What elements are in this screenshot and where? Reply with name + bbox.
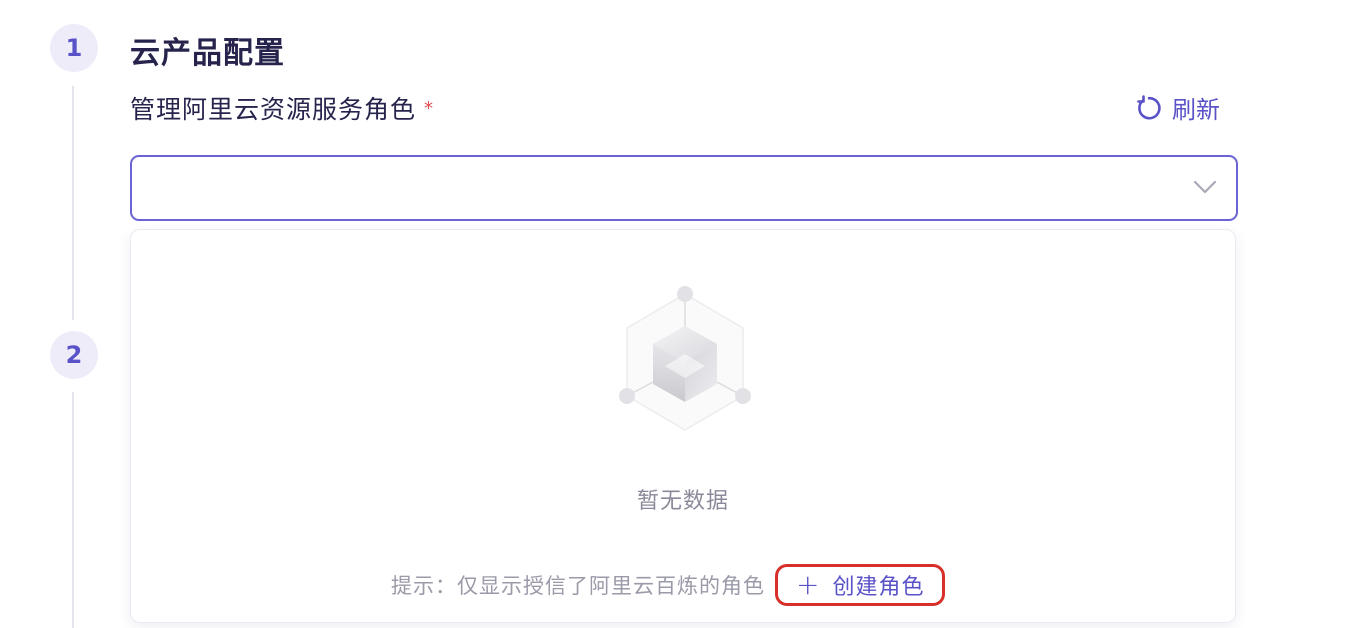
- step-number-1: 1: [50, 24, 98, 72]
- refresh-button[interactable]: 刷新: [1134, 90, 1220, 125]
- section-title: 云产品配置: [130, 36, 285, 71]
- create-role-button[interactable]: + 创建角色: [775, 564, 946, 606]
- hint-text: 提示：仅显示授信了阿里云百炼的角色: [391, 574, 765, 598]
- required-mark: *: [424, 98, 435, 119]
- plus-icon: +: [796, 568, 821, 601]
- create-role-label: 创建角色: [832, 575, 925, 600]
- chevron-down-icon: [1192, 177, 1218, 197]
- dropdown-panel: 暂无数据 提示：仅显示授信了阿里云百炼的角色 + 创建角色: [130, 229, 1236, 623]
- step-connector-line: [72, 86, 74, 320]
- field-label: 管理阿里云资源服务角色 *: [130, 90, 434, 126]
- refresh-label: 刷新: [1172, 96, 1220, 124]
- step-connector-line: [72, 392, 74, 628]
- refresh-icon: [1134, 94, 1162, 122]
- field-label-text: 管理阿里云资源服务角色: [130, 95, 417, 124]
- hint-row: 提示：仅显示授信了阿里云百炼的角色 + 创建角色: [391, 564, 946, 606]
- step-number-text: 1: [65, 34, 83, 62]
- empty-state-text: 暂无数据: [636, 489, 729, 514]
- step-number-text: 2: [65, 341, 83, 369]
- step-number-2: 2: [50, 331, 98, 379]
- empty-box-icon: [615, 286, 755, 436]
- role-select[interactable]: [130, 155, 1238, 221]
